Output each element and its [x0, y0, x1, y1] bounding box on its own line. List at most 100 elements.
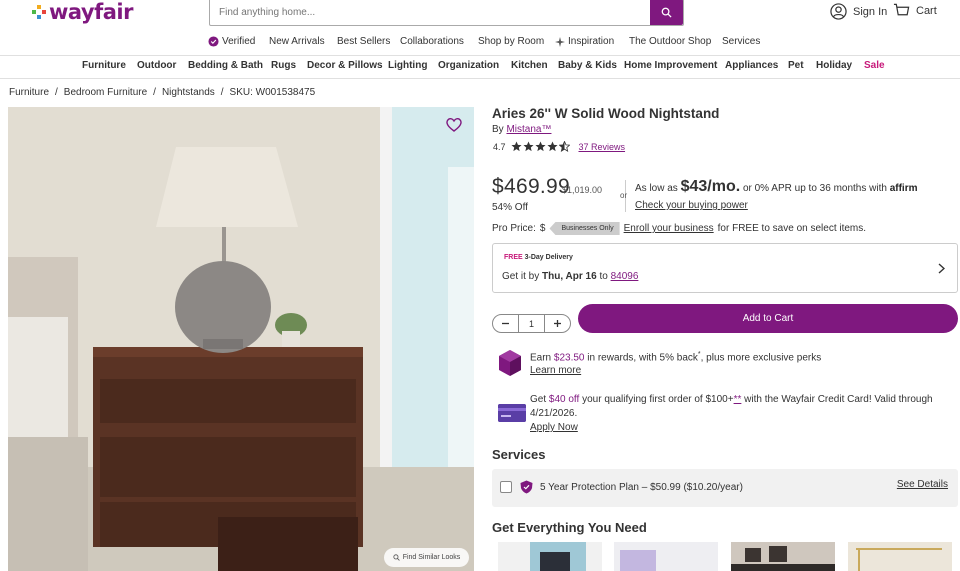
breadcrumb: Furniture / Bedroom Furniture / Nightsta…	[9, 87, 315, 98]
favorite-button[interactable]	[446, 117, 462, 137]
cart-button[interactable]: Cart	[893, 3, 937, 19]
category-sale[interactable]: Sale	[864, 60, 885, 71]
services-heading: Services	[492, 447, 546, 462]
breadcrumb-separator: /	[55, 87, 58, 98]
category-baby-kids[interactable]: Baby & Kids	[558, 60, 617, 71]
subnav-collaborations[interactable]: Collaborations	[400, 36, 464, 47]
subnav-label: New Arrivals	[269, 36, 325, 47]
enroll-suffix: for FREE to save on select items.	[717, 223, 867, 234]
breadcrumb-nightstands[interactable]: Nightstands	[162, 87, 215, 98]
category-organization[interactable]: Organization	[438, 60, 499, 71]
rating-value: 4.7	[493, 141, 506, 152]
or-label: or	[620, 191, 628, 200]
account-icon	[830, 3, 847, 20]
delivery-date: Thu, Apr 16	[542, 271, 597, 282]
get-everything-heading: Get Everything You Need	[492, 520, 647, 535]
delivery-type: 3-Day Delivery	[524, 254, 573, 261]
verified-icon	[208, 36, 219, 47]
apply-now-link[interactable]: Apply Now	[530, 422, 578, 433]
delivery-box[interactable]: FREE 3-Day Delivery Get it by Thu, Apr 1…	[492, 243, 958, 293]
affirm-amount: $43/mo.	[680, 178, 741, 195]
pro-price-value: $	[539, 223, 546, 234]
to-label: to	[599, 271, 608, 282]
credit-amount: $40 off	[548, 394, 580, 405]
breadcrumb-sku: SKU: W001538475	[229, 87, 316, 98]
recommendation-thumbnail[interactable]	[848, 542, 952, 571]
quantity-stepper: 1	[492, 314, 571, 333]
category-kitchen[interactable]: Kitchen	[511, 60, 548, 71]
zip-code-link[interactable]: 84096	[611, 271, 639, 282]
category-appliances[interactable]: Appliances	[725, 60, 778, 71]
breadcrumb-bedroom-furniture[interactable]: Bedroom Furniture	[64, 87, 147, 98]
search-button[interactable]	[650, 0, 683, 25]
category-pet[interactable]: Pet	[788, 60, 804, 71]
product-image[interactable]	[8, 107, 474, 571]
category-decor-pillows[interactable]: Decor & Pillows	[307, 60, 383, 71]
nav-divider	[0, 55, 960, 56]
reviews-link[interactable]: 37 Reviews	[579, 142, 626, 152]
subnav-label: Services	[722, 36, 761, 47]
rewards-amount: $23.50	[553, 352, 585, 364]
see-details-link[interactable]: See Details	[897, 479, 948, 490]
subnav-inspiration[interactable]: Inspiration	[555, 36, 614, 47]
category-holiday[interactable]: Holiday	[816, 60, 852, 71]
category-lighting[interactable]: Lighting	[388, 60, 427, 71]
percent-off: 54% Off	[492, 202, 528, 213]
brand-link[interactable]: Mistana™	[506, 124, 551, 135]
category-nav: Furniture Outdoor Bedding & Bath Rugs De…	[0, 60, 960, 76]
plan-name-price: 5 Year Protection Plan – $50.99	[540, 482, 681, 493]
subnav-outdoor-shop[interactable]: The Outdoor Shop	[629, 36, 711, 47]
credit-footnote-link[interactable]: **	[734, 394, 742, 405]
decrease-quantity-button[interactable]	[493, 317, 518, 331]
product-rating: 4.7 37 Reviews	[493, 141, 625, 152]
star-icon	[522, 141, 534, 152]
subnav-new-arrivals[interactable]: New Arrivals	[269, 36, 325, 47]
subnav-label: Shop by Room	[478, 36, 545, 47]
enroll-business-link[interactable]: Enroll your business	[624, 223, 714, 234]
increase-quantity-button[interactable]	[545, 317, 570, 331]
recommendation-thumbnail[interactable]	[731, 542, 835, 571]
recommendation-thumbnail[interactable]	[614, 542, 718, 571]
breadcrumb-furniture[interactable]: Furniture	[9, 87, 49, 98]
category-furniture[interactable]: Furniture	[82, 60, 126, 71]
pro-price-row: Pro Price: $ Businesses Only Enroll your…	[492, 222, 866, 235]
check-buying-power-link[interactable]: Check your buying power	[635, 200, 748, 211]
plan-yearly-price: ($10.20/year)	[683, 482, 743, 493]
thumbnail-image	[731, 542, 835, 571]
sign-in-button[interactable]: Sign In	[830, 3, 887, 20]
breadcrumb-separator: /	[153, 87, 156, 98]
subnav-services[interactable]: Services	[722, 36, 760, 47]
affirm-prefix: As low as	[635, 183, 678, 194]
add-to-cart-button[interactable]: Add to Cart	[578, 304, 958, 333]
protection-plan-checkbox[interactable]	[500, 481, 512, 493]
category-outdoor[interactable]: Outdoor	[137, 60, 176, 71]
sparkle-icon	[555, 36, 565, 47]
thumbnail-image	[614, 542, 718, 571]
learn-more-link[interactable]: Learn more	[530, 365, 581, 376]
product-title: Aries 26'' W Solid Wood Nightstand	[492, 106, 720, 121]
subnav-shop-by-room[interactable]: Shop by Room	[478, 36, 544, 47]
logo-mark-icon	[32, 5, 46, 19]
subnav-verified[interactable]: Verified	[208, 36, 255, 47]
rewards-perks: , plus more exclusive perks	[700, 352, 822, 364]
breadcrumb-separator: /	[220, 87, 224, 98]
find-similar-looks-button[interactable]: Find Similar Looks	[384, 548, 469, 567]
subnav-best-sellers[interactable]: Best Sellers	[337, 36, 390, 47]
rewards-text: Earn $23.50 in rewards, with 5% back*, p…	[530, 351, 821, 363]
search-icon	[661, 7, 672, 18]
earn-label: Earn	[530, 352, 552, 364]
subnav-label: Collaborations	[400, 36, 464, 47]
search-input[interactable]	[210, 0, 650, 25]
credit-card-icon	[498, 404, 526, 422]
half-star-icon	[558, 141, 570, 152]
by-label: By	[492, 124, 504, 135]
original-price: $1,019.00	[562, 185, 603, 195]
category-bedding-bath[interactable]: Bedding & Bath	[188, 60, 263, 71]
quantity-input[interactable]: 1	[518, 315, 545, 332]
category-rugs[interactable]: Rugs	[271, 60, 296, 71]
recommendation-thumbnail[interactable]	[498, 542, 602, 571]
star-icon	[534, 141, 546, 152]
category-home-improvement[interactable]: Home Improvement	[624, 60, 717, 71]
protection-plan-option: 5 Year Protection Plan – $50.99 ($10.20/…	[492, 469, 958, 507]
wayfair-logo[interactable]: wayfair	[32, 0, 133, 24]
